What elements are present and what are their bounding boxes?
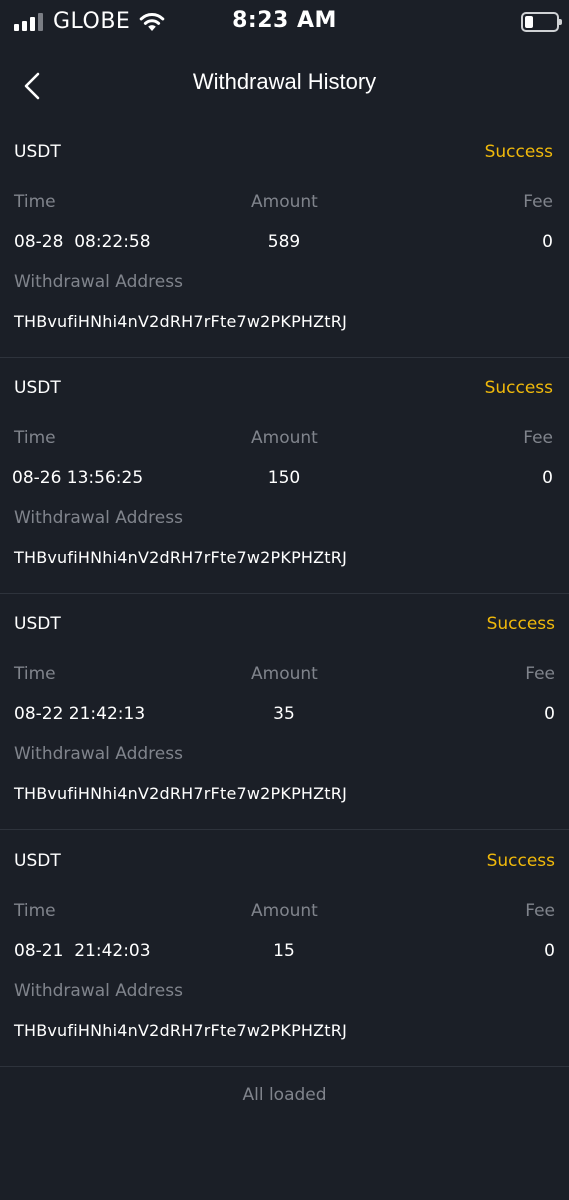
record-coin: USDT: [14, 378, 61, 398]
record-address: THBvufiHNhi4nV2dRH7rFte7w2PKPHZtRJ: [14, 784, 348, 803]
record-amount: 15: [273, 941, 295, 961]
record-address: THBvufiHNhi4nV2dRH7rFte7w2PKPHZtRJ: [14, 312, 348, 331]
record-status: Success: [486, 614, 555, 634]
status-bar: GLOBE 8:23 AM: [0, 0, 569, 44]
record-fee: 0: [544, 704, 555, 724]
nav-header: Withdrawal History: [0, 56, 569, 116]
amount-label: Amount: [251, 192, 318, 212]
record-fee: 0: [542, 468, 553, 488]
address-label: Withdrawal Address: [14, 744, 183, 764]
record-fee: 0: [542, 232, 553, 252]
fee-label: Fee: [525, 664, 555, 684]
all-loaded-text: All loaded: [242, 1085, 327, 1105]
page-title: Withdrawal History: [192, 69, 377, 94]
fee-label: Fee: [523, 192, 553, 212]
record-amount: 150: [267, 468, 301, 488]
withdrawal-record[interactable]: USDT Success Time Amount Fee 08-28 08:22…: [0, 122, 569, 358]
time-label: Time: [14, 901, 56, 921]
address-label: Withdrawal Address: [14, 272, 183, 292]
record-time: 08-28 08:22:58: [14, 232, 151, 252]
record-amount: 589: [267, 232, 301, 252]
record-coin: USDT: [14, 851, 61, 871]
record-address: THBvufiHNhi4nV2dRH7rFte7w2PKPHZtRJ: [14, 548, 348, 567]
fee-label: Fee: [523, 428, 553, 448]
time-label: Time: [14, 664, 56, 684]
record-amount: 35: [273, 704, 295, 724]
record-address: THBvufiHNhi4nV2dRH7rFte7w2PKPHZtRJ: [14, 1021, 348, 1040]
record-time: 08-21 21:42:03: [14, 941, 151, 961]
withdrawal-record[interactable]: USDT Success Time Amount Fee 08-22 21:42…: [0, 594, 569, 830]
amount-label: Amount: [251, 428, 318, 448]
battery-level: [525, 16, 533, 28]
battery-icon: [521, 12, 562, 32]
address-label: Withdrawal Address: [14, 981, 183, 1001]
record-status: Success: [486, 851, 555, 871]
time-label: Time: [14, 192, 56, 212]
amount-label: Amount: [251, 901, 318, 921]
status-time: 8:23 AM: [232, 8, 337, 33]
record-coin: USDT: [14, 614, 61, 634]
record-coin: USDT: [14, 142, 61, 162]
fee-label: Fee: [525, 901, 555, 921]
record-fee: 0: [544, 941, 555, 961]
amount-label: Amount: [251, 664, 318, 684]
time-label: Time: [14, 428, 56, 448]
address-label: Withdrawal Address: [14, 508, 183, 528]
withdrawal-record[interactable]: USDT Success Time Amount Fee 08-26 13:56…: [0, 358, 569, 594]
record-status: Success: [484, 378, 553, 398]
record-time: 08-26 13:56:25: [12, 468, 144, 488]
record-time: 08-22 21:42:13: [14, 704, 146, 724]
withdrawal-record[interactable]: USDT Success Time Amount Fee 08-21 21:42…: [0, 831, 569, 1067]
record-status: Success: [484, 142, 553, 162]
